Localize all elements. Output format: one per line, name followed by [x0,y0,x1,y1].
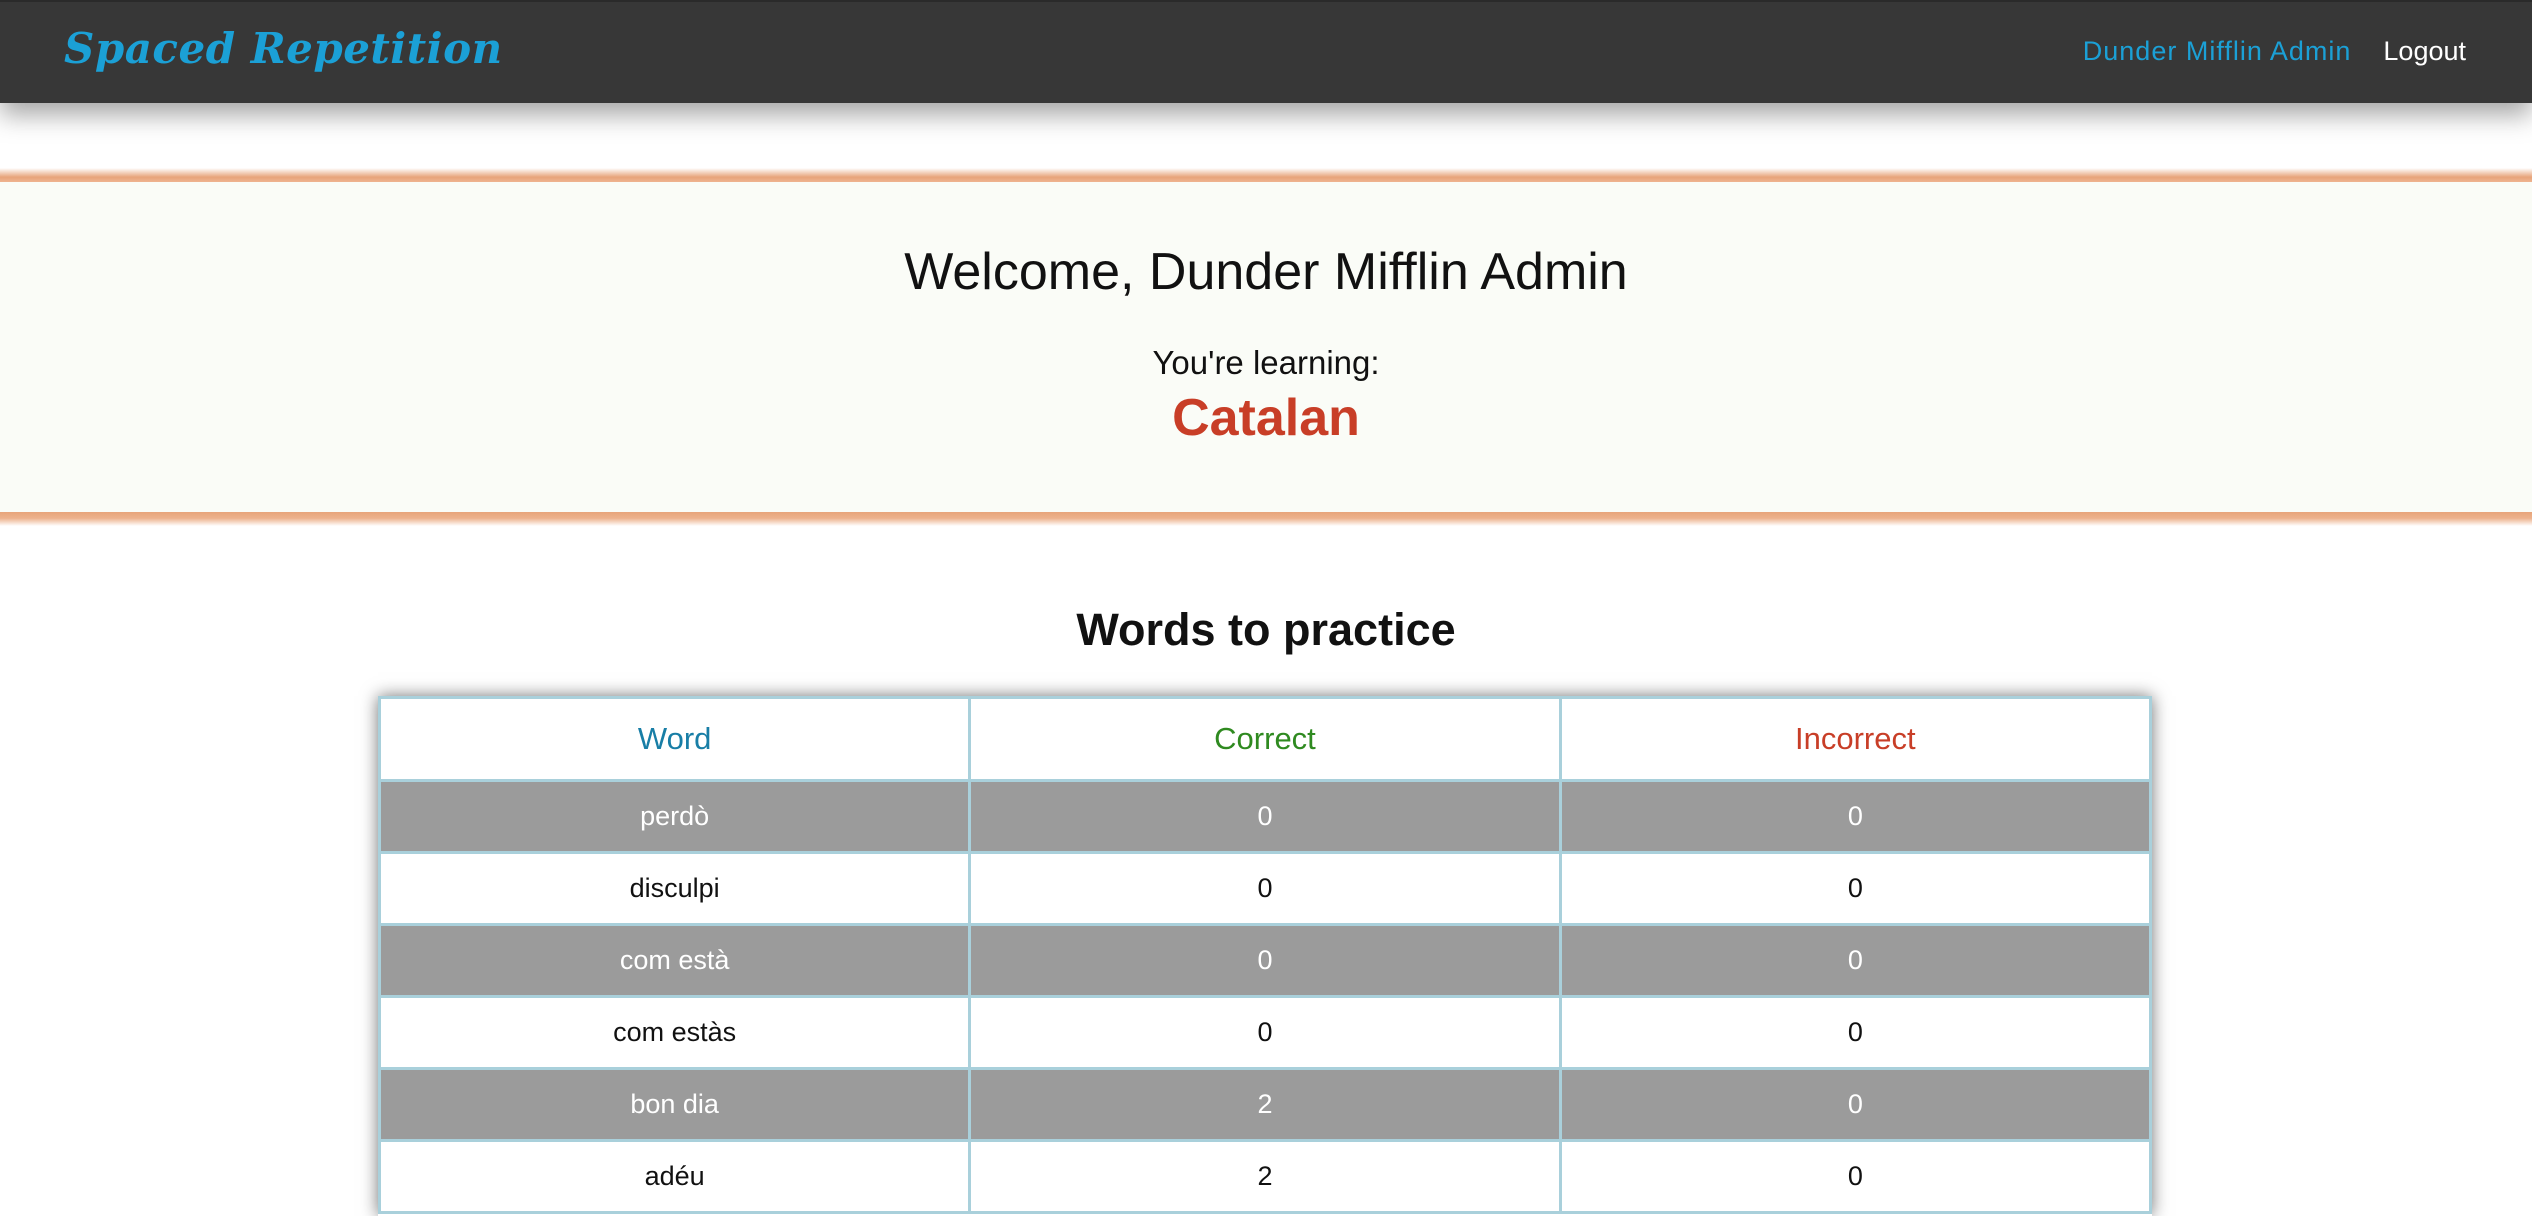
word-column-header: Word [378,696,972,782]
incorrect-count-cell: 0 [1558,1139,2152,1214]
incorrect-count-cell: 0 [1558,923,2152,998]
nav-right: Dunder Mifflin Admin Logout [2083,36,2466,67]
words-table: Word Correct Incorrect perdò 0 0 disculp… [378,696,2152,1214]
table-row: com estàs 0 0 [378,995,2152,1070]
table-row: adéu 2 0 [378,1139,2152,1214]
table-row: com està 0 0 [378,923,2152,998]
accent-divider-top [0,168,2532,182]
correct-count-cell: 0 [968,779,1562,854]
correct-count-cell: 0 [968,995,1562,1070]
correct-count-cell: 2 [968,1067,1562,1142]
welcome-heading: Welcome, Dunder Mifflin Admin [904,243,1628,301]
correct-count-cell: 0 [968,923,1562,998]
incorrect-column-header: Incorrect [1558,696,2152,782]
words-to-practice-heading: Words to practice [1076,604,1456,655]
logout-link[interactable]: Logout [2383,36,2466,67]
correct-count-cell: 2 [968,1139,1562,1214]
brand-logo-link[interactable]: Spaced Repetition [64,24,503,73]
word-cell: disculpi [378,851,972,926]
word-cell: com estàs [378,995,972,1070]
incorrect-count-cell: 0 [1558,995,2152,1070]
learning-label: You're learning: [1152,344,1380,381]
current-language: Catalan [1172,389,1360,447]
incorrect-count-cell: 0 [1558,779,2152,854]
word-cell: com està [378,923,972,998]
incorrect-count-cell: 0 [1558,851,2152,926]
word-cell: perdò [378,779,972,854]
correct-count-cell: 0 [968,851,1562,926]
incorrect-count-cell: 0 [1558,1067,2152,1142]
word-cell: adéu [378,1139,972,1214]
top-navbar: Spaced Repetition Dunder Mifflin Admin L… [0,0,2532,103]
words-table-container: Word Correct Incorrect perdò 0 0 disculp… [378,696,2152,1216]
table-row: bon dia 2 0 [378,1067,2152,1142]
table-row: perdò 0 0 [378,779,2152,854]
table-row: disculpi 0 0 [378,851,2152,926]
accent-divider-bottom [0,512,2532,526]
correct-column-header: Correct [968,696,1562,782]
table-header-row: Word Correct Incorrect [378,696,2152,782]
current-user-link[interactable]: Dunder Mifflin Admin [2083,36,2352,67]
word-cell: bon dia [378,1067,972,1142]
